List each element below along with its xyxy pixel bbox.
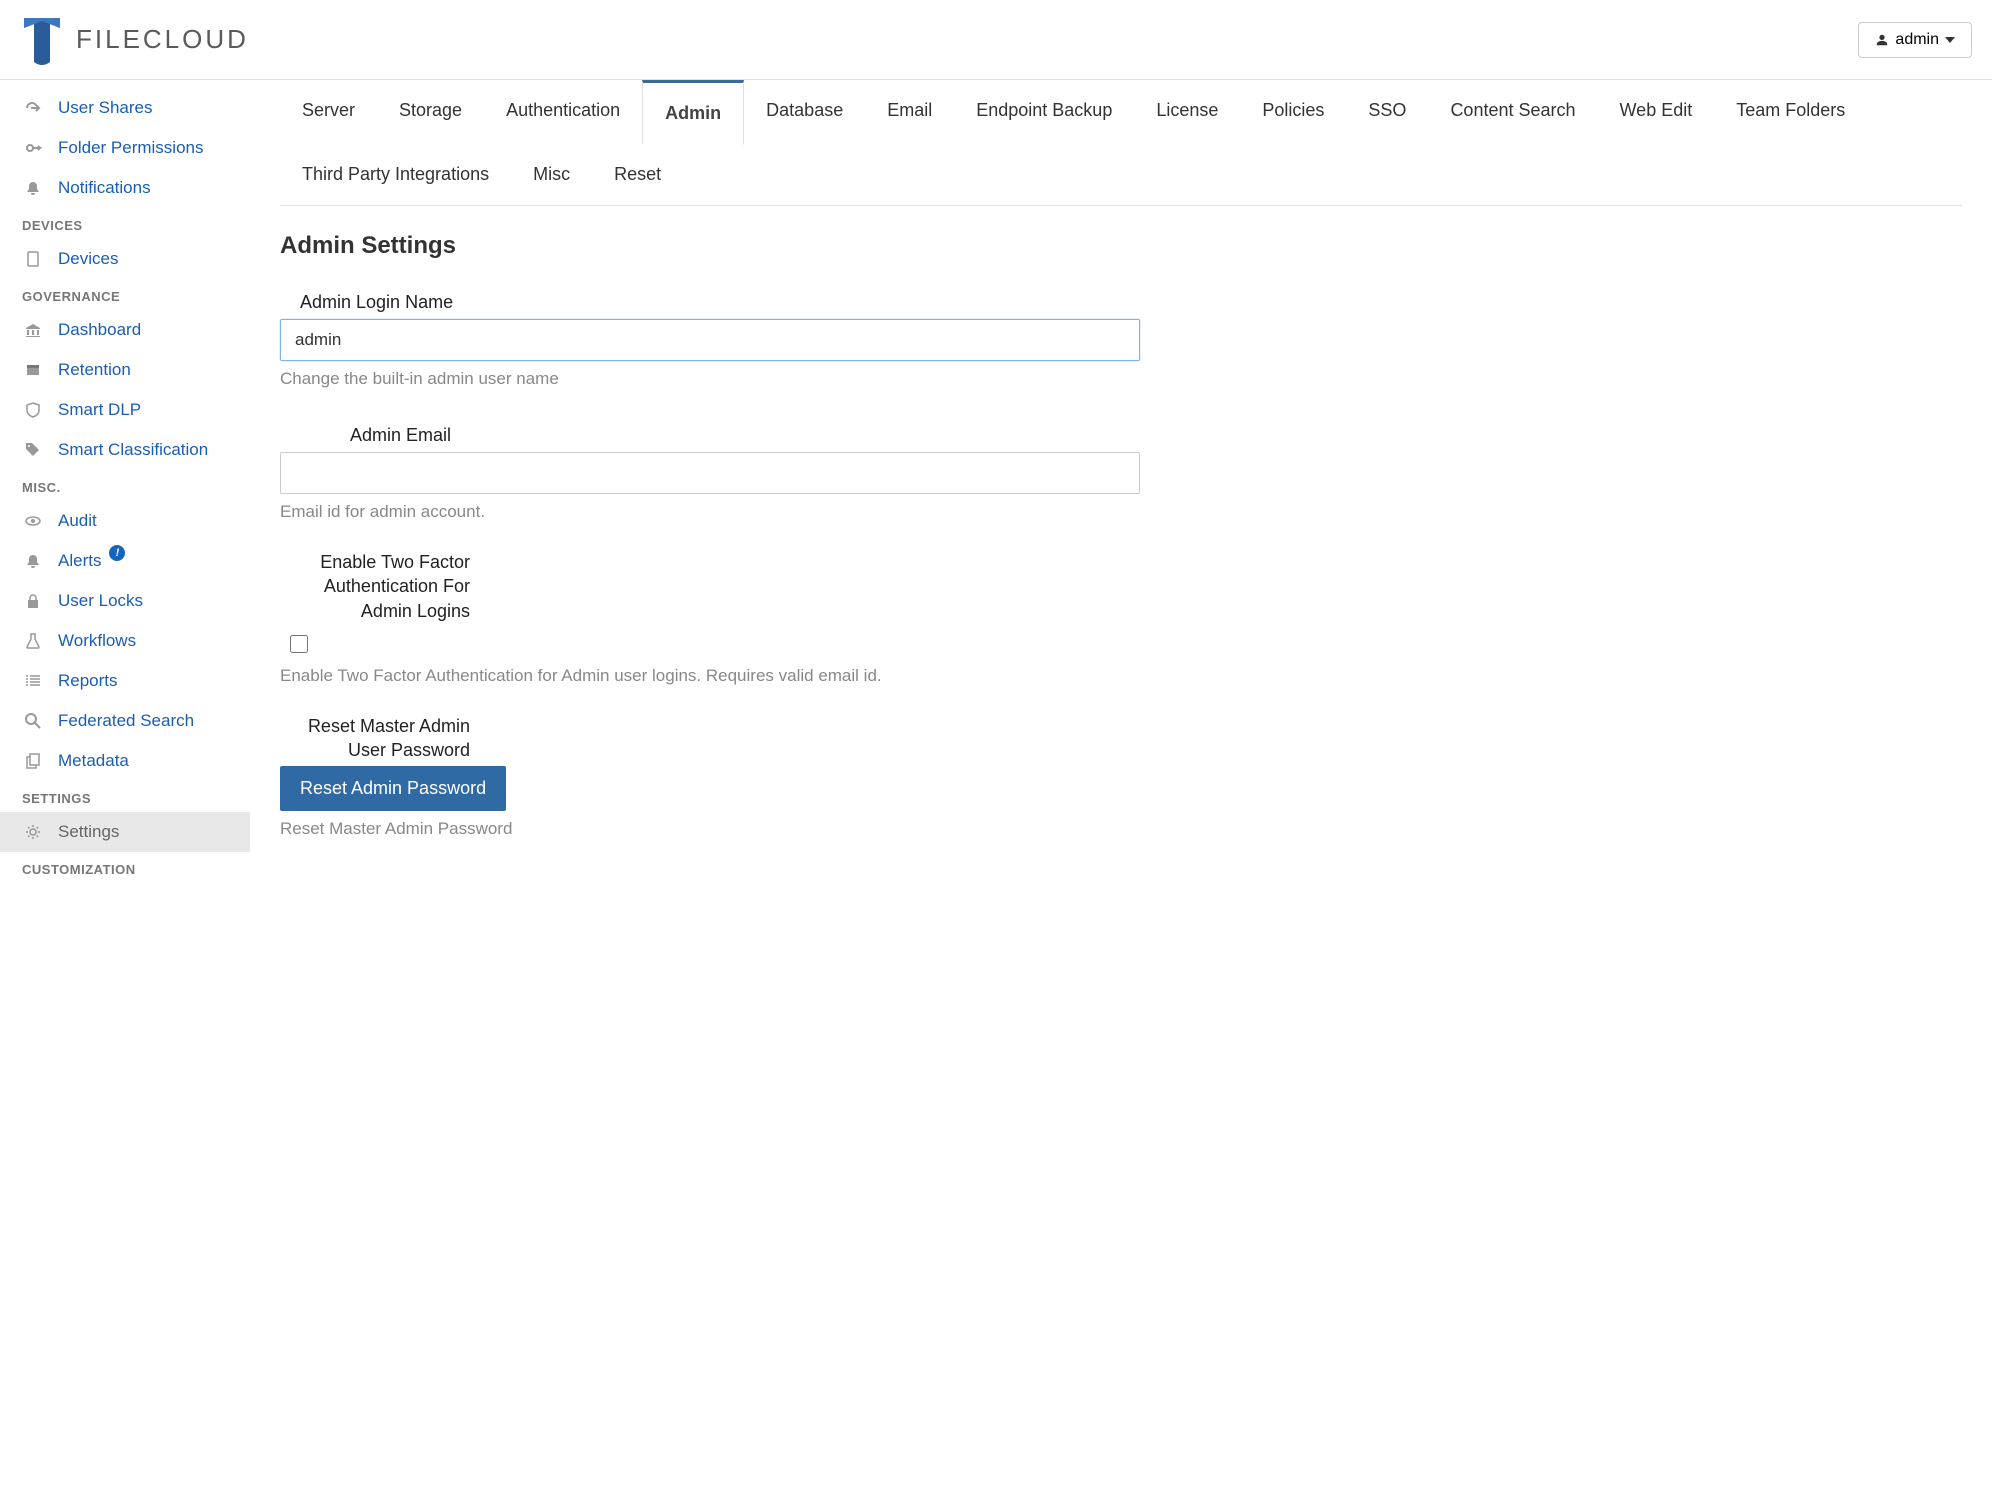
tab-endpoint-backup[interactable]: Endpoint Backup — [954, 80, 1134, 144]
admin-login-name-input[interactable] — [280, 319, 1140, 361]
tabs: ServerStorageAuthenticationAdminDatabase… — [280, 80, 1962, 206]
admin-email-label: Admin Email — [350, 425, 1140, 446]
admin-email-help: Email id for admin account. — [280, 494, 1140, 526]
tab-license[interactable]: License — [1134, 80, 1240, 144]
sidebar-item-reports[interactable]: Reports — [0, 661, 250, 701]
field-admin-email: Admin Email Email id for admin account. — [280, 405, 1140, 538]
lock-icon — [22, 593, 44, 609]
sidebar-item-label: Audit — [58, 511, 97, 531]
gear-icon — [22, 824, 44, 840]
bank-icon — [22, 322, 44, 338]
sidebar-item-label: Retention — [58, 360, 131, 380]
tab-content-search[interactable]: Content Search — [1428, 80, 1597, 144]
field-tfa: Enable Two Factor Authentication For Adm… — [280, 538, 1140, 702]
sidebar-item-label: User Locks — [58, 591, 143, 611]
reset-password-help: Reset Master Admin Password — [280, 811, 1140, 843]
tfa-help: Enable Two Factor Authentication for Adm… — [280, 658, 1140, 690]
archive-icon — [22, 362, 44, 378]
key-icon — [22, 140, 44, 156]
tab-team-folders[interactable]: Team Folders — [1714, 80, 1867, 144]
tab-reset[interactable]: Reset — [592, 144, 683, 205]
sidebar-item-folder-permissions[interactable]: Folder Permissions — [0, 128, 250, 168]
shield-icon — [22, 402, 44, 418]
sidebar-item-smart-dlp[interactable]: Smart DLP — [0, 390, 250, 430]
share-icon — [22, 100, 44, 116]
alert-badge-icon: ! — [109, 545, 125, 561]
tfa-label: Enable Two Factor Authentication For Adm… — [280, 550, 470, 623]
list-icon — [22, 673, 44, 689]
tfa-checkbox[interactable] — [290, 635, 308, 653]
tablet-icon — [22, 251, 44, 267]
brand-text: FILECLOUD — [76, 24, 249, 55]
eye-icon — [22, 513, 44, 529]
sidebar-item-label: Settings — [58, 822, 119, 842]
tab-database[interactable]: Database — [744, 80, 865, 144]
user-icon — [1875, 33, 1889, 47]
sidebar-item-workflows[interactable]: Workflows — [0, 621, 250, 661]
sidebar-section-settings: SETTINGS — [0, 781, 250, 812]
files-icon — [22, 753, 44, 769]
flask-icon — [22, 633, 44, 649]
admin-login-name-label: Admin Login Name — [300, 292, 1140, 313]
reset-admin-password-button[interactable]: Reset Admin Password — [280, 766, 506, 811]
user-menu-button[interactable]: admin — [1858, 22, 1972, 58]
sidebar-item-label: Metadata — [58, 751, 129, 771]
search-icon — [22, 713, 44, 729]
sidebar-section-devices: DEVICES — [0, 208, 250, 239]
admin-login-name-help: Change the built-in admin user name — [280, 361, 1140, 393]
page-title: Admin Settings — [280, 206, 1962, 272]
sidebar-item-notifications[interactable]: Notifications — [0, 168, 250, 208]
main-content: ServerStorageAuthenticationAdminDatabase… — [250, 80, 1992, 1508]
sidebar-item-label: Alerts — [58, 551, 101, 571]
sidebar: User Shares Folder Permissions Notificatio… — [0, 80, 250, 1508]
field-reset-password: Reset Master Admin User Password Reset A… — [280, 702, 1140, 856]
sidebar-item-label: Reports — [58, 671, 118, 691]
tags-icon — [22, 442, 44, 458]
sidebar-item-label: Notifications — [58, 178, 151, 198]
tab-third-party-integrations[interactable]: Third Party Integrations — [280, 144, 511, 205]
logo: FILECLOUD — [20, 14, 249, 66]
sidebar-item-label: Devices — [58, 249, 118, 269]
tab-misc[interactable]: Misc — [511, 144, 592, 205]
field-admin-login-name: Admin Login Name Change the built-in adm… — [280, 272, 1140, 405]
header: FILECLOUD admin — [0, 0, 1992, 80]
sidebar-item-label: Dashboard — [58, 320, 141, 340]
sidebar-item-metadata[interactable]: Metadata — [0, 741, 250, 781]
sidebar-section-customization: CUSTOMIZATION — [0, 852, 250, 883]
bell-icon — [22, 553, 44, 569]
sidebar-item-user-shares[interactable]: User Shares — [0, 88, 250, 128]
bell-icon — [22, 180, 44, 196]
sidebar-item-alerts[interactable]: Alerts! — [0, 541, 250, 581]
sidebar-section-misc-: MISC. — [0, 470, 250, 501]
logo-icon — [20, 14, 64, 66]
sidebar-item-federated-search[interactable]: Federated Search — [0, 701, 250, 741]
sidebar-item-label: Workflows — [58, 631, 136, 651]
sidebar-item-user-locks[interactable]: User Locks — [0, 581, 250, 621]
sidebar-section-governance: GOVERNANCE — [0, 279, 250, 310]
reset-password-label: Reset Master Admin User Password — [280, 714, 470, 763]
tab-policies[interactable]: Policies — [1240, 80, 1346, 144]
sidebar-item-label: Folder Permissions — [58, 138, 204, 158]
tab-authentication[interactable]: Authentication — [484, 80, 642, 144]
sidebar-item-label: Federated Search — [58, 711, 194, 731]
sidebar-item-audit[interactable]: Audit — [0, 501, 250, 541]
admin-email-input[interactable] — [280, 452, 1140, 494]
sidebar-item-dashboard[interactable]: Dashboard — [0, 310, 250, 350]
sidebar-item-label: Smart Classification — [58, 440, 208, 460]
sidebar-item-retention[interactable]: Retention — [0, 350, 250, 390]
tab-sso[interactable]: SSO — [1346, 80, 1428, 144]
sidebar-item-devices[interactable]: Devices — [0, 239, 250, 279]
tab-admin[interactable]: Admin — [642, 80, 744, 145]
tab-storage[interactable]: Storage — [377, 80, 484, 144]
sidebar-item-label: User Shares — [58, 98, 152, 118]
sidebar-item-smart-classification[interactable]: Smart Classification — [0, 430, 250, 470]
tab-email[interactable]: Email — [865, 80, 954, 144]
user-menu-label: admin — [1895, 31, 1939, 49]
caret-down-icon — [1945, 37, 1955, 43]
tab-web-edit[interactable]: Web Edit — [1598, 80, 1715, 144]
sidebar-item-settings[interactable]: Settings — [0, 812, 250, 852]
tab-server[interactable]: Server — [280, 80, 377, 144]
sidebar-item-label: Smart DLP — [58, 400, 141, 420]
